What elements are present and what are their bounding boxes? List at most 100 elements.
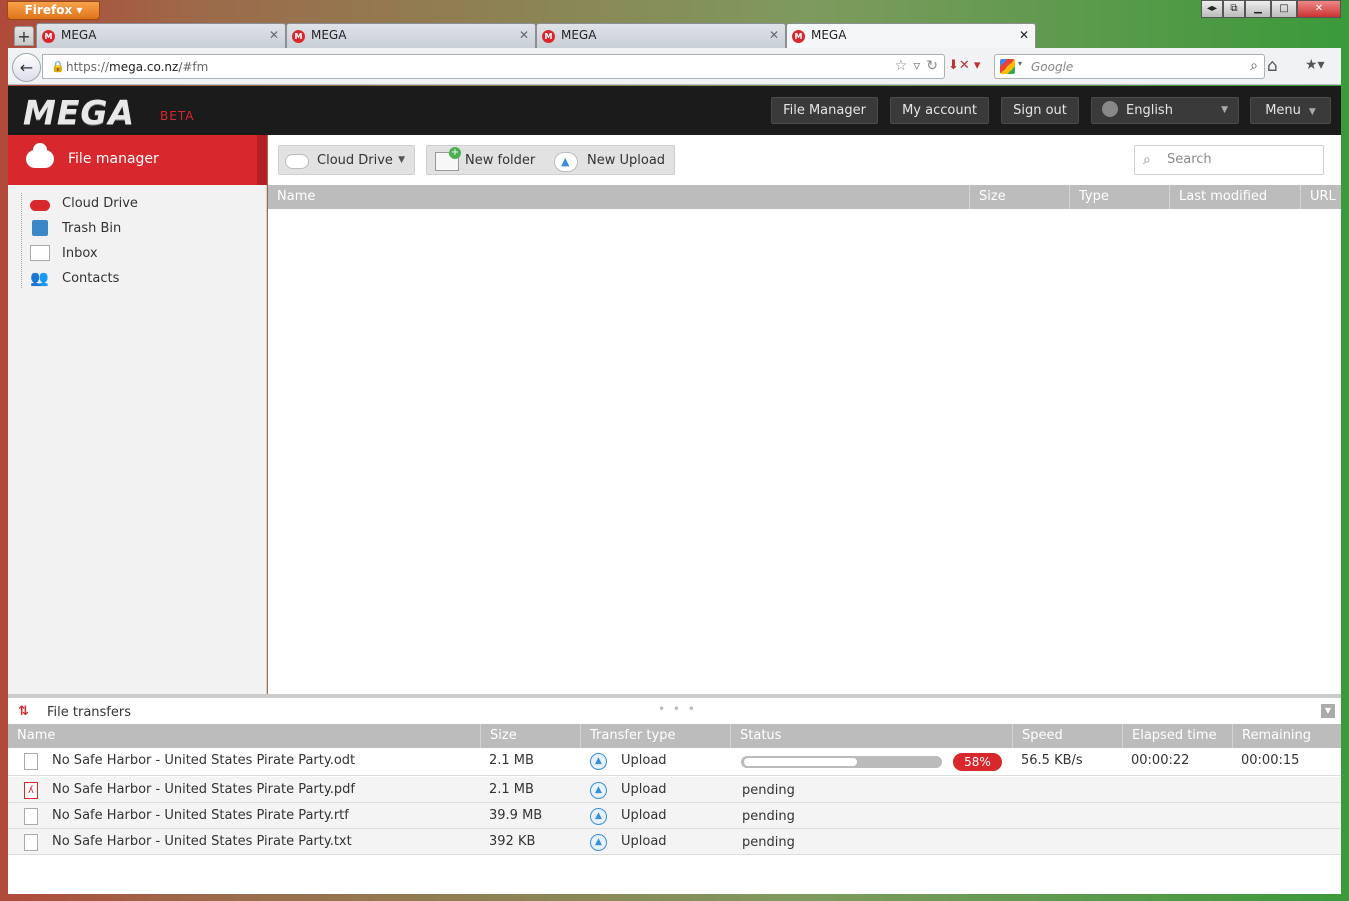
bookmark-star-icon[interactable]: ☆ <box>895 58 908 74</box>
column-type[interactable]: Type <box>1069 185 1169 209</box>
column-url[interactable]: URL <box>1300 185 1341 209</box>
collapse-panel-icon[interactable]: ▼ <box>1321 704 1335 718</box>
transfer-status: pending <box>742 835 795 850</box>
navigation-toolbar: ← 🔒 https://mega.co.nz/#fm ☆ ▿ ↻ ⬇✕ ▾ ▾ … <box>8 48 1341 85</box>
home-icon[interactable]: ⌂ <box>1267 56 1278 76</box>
new-folder-button[interactable]: + New folder <box>427 146 545 174</box>
menu-button[interactable]: Menu ▼ <box>1250 97 1331 124</box>
aero-peek-icon[interactable]: ◂▸ <box>1201 0 1223 18</box>
tab-bar: + M MEGA ✕ M MEGA ✕ M MEGA ✕ M MEGA ✕ <box>8 23 1341 48</box>
upload-cloud-icon <box>554 152 578 172</box>
new-tab-button[interactable]: + <box>14 26 34 46</box>
url-prefix: https:// <box>66 60 110 74</box>
close-tab-icon[interactable]: ✕ <box>1019 28 1029 42</box>
column-speed[interactable]: Speed <box>1012 724 1122 748</box>
progress-percent-badge: 58% <box>953 753 1002 771</box>
web-search-placeholder: Google <box>1031 60 1074 74</box>
url-bar-icons: ☆ ▿ ↻ <box>895 58 938 74</box>
bookmarks-menu-icon[interactable]: ★▾ <box>1305 57 1325 73</box>
column-size[interactable]: Size <box>969 185 1069 209</box>
upload-arrow-icon: ▲ <box>590 782 607 799</box>
transfers-title: File transfers <box>47 705 131 720</box>
cloud-drive-dropdown[interactable]: Cloud Drive ▼ <box>278 145 415 175</box>
file-manager-sidebar: File manager Cloud Drive Trash Bin Inbox… <box>8 135 267 694</box>
google-logo-icon[interactable] <box>1000 59 1015 74</box>
reload-icon[interactable]: ↻ <box>926 58 938 74</box>
close-window-button[interactable]: ✕ <box>1297 0 1341 18</box>
firefox-menu-button[interactable]: Firefox ▾ <box>7 1 100 20</box>
close-tab-icon[interactable]: ✕ <box>519 28 529 42</box>
language-selector[interactable]: English ▼ <box>1091 97 1239 124</box>
url-dropdown-icon[interactable]: ▿ <box>913 58 920 74</box>
mega-logo[interactable]: MEGA <box>23 93 135 132</box>
close-tab-icon[interactable]: ✕ <box>769 28 779 42</box>
mega-favicon-icon: M <box>292 30 305 43</box>
browser-tab-2[interactable]: M MEGA ✕ <box>286 23 536 48</box>
minimize-button[interactable]: ▁ <box>1245 0 1271 18</box>
document-file-icon <box>24 834 38 851</box>
search-icon[interactable]: ⌕ <box>1250 58 1258 74</box>
sidebar-item-contacts[interactable]: 👥 Contacts <box>30 268 119 288</box>
cloud-drive-label: Cloud Drive <box>317 153 393 168</box>
sign-out-button[interactable]: Sign out <box>1001 97 1079 124</box>
transfer-file-name: No Safe Harbor - United States Pirate Pa… <box>52 753 356 768</box>
chevron-down-icon: ▼ <box>1221 105 1228 115</box>
search-engine-dropdown-icon[interactable]: ▾ <box>1018 59 1022 68</box>
upload-arrow-icon: ▲ <box>590 753 607 770</box>
transfer-row[interactable]: No Safe Harbor - United States Pirate Pa… <box>8 829 1341 855</box>
sidebar-item-inbox[interactable]: Inbox <box>30 243 98 263</box>
transfer-type: Upload <box>621 808 667 823</box>
file-transfers-panel: ⇅ File transfers • • • ▼ Name Size Trans… <box>8 694 1341 894</box>
tab-label: MEGA <box>811 28 847 42</box>
mega-top-bar: MEGA BETA File Manager My account Sign o… <box>8 86 1341 135</box>
contacts-icon: 👥 <box>30 269 49 287</box>
browser-tab-3[interactable]: M MEGA ✕ <box>536 23 786 48</box>
transfer-row[interactable]: No Safe Harbor - United States Pirate Pa… <box>8 748 1341 776</box>
transfer-row[interactable]: ʎ No Safe Harbor - United States Pirate … <box>8 777 1341 803</box>
document-file-icon <box>24 753 38 770</box>
search-input[interactable] <box>1167 152 1317 167</box>
file-search-box[interactable]: ⌕ <box>1134 145 1324 175</box>
back-button[interactable]: ← <box>12 53 41 82</box>
language-label: English <box>1126 103 1173 118</box>
window-switch-icon[interactable]: ⧉ <box>1223 0 1245 18</box>
column-remaining-time[interactable]: Remaining time <box>1232 724 1341 767</box>
column-last-modified[interactable]: Last modified <box>1169 185 1300 209</box>
addon-blocked-icon[interactable]: ⬇✕ ▾ <box>948 58 980 73</box>
transfers-header: ⇅ File transfers • • • ▼ <box>8 698 1341 724</box>
tab-label: MEGA <box>561 28 597 42</box>
file-manager-header[interactable]: File manager <box>8 135 267 185</box>
transfer-type: Upload <box>621 782 667 797</box>
column-name[interactable]: Name <box>8 724 480 748</box>
resize-grip-icon[interactable]: • • • <box>658 702 697 716</box>
transfer-arrows-icon: ⇅ <box>18 704 29 719</box>
sidebar-header-edge <box>257 135 267 185</box>
sign-out-label: Sign out <box>1013 103 1067 118</box>
column-elapsed-time[interactable]: Elapsed time <box>1122 724 1232 748</box>
web-search-bar[interactable]: ▾ Google ⌕ <box>994 54 1265 79</box>
cloud-icon <box>285 154 309 169</box>
url-bar[interactable]: 🔒 https://mega.co.nz/#fm ☆ ▿ ↻ <box>42 54 945 79</box>
column-transfer-type[interactable]: Transfer type <box>580 724 730 748</box>
maximize-button[interactable]: □ <box>1271 0 1297 18</box>
sidebar-item-cloud-drive[interactable]: Cloud Drive <box>30 193 138 213</box>
close-tab-icon[interactable]: ✕ <box>269 28 279 42</box>
toolbar-button-group: + New folder New Upload <box>426 145 675 175</box>
url-host: mega.co.nz <box>109 60 179 74</box>
file-manager-button[interactable]: File Manager <box>771 97 878 124</box>
column-name[interactable]: Name <box>268 185 969 209</box>
transfer-row[interactable]: No Safe Harbor - United States Pirate Pa… <box>8 803 1341 829</box>
beta-badge: BETA <box>160 109 195 123</box>
transfer-status: pending <box>742 783 795 798</box>
transfer-file-name: No Safe Harbor - United States Pirate Pa… <box>52 782 355 797</box>
transfer-status: pending <box>742 809 795 824</box>
browser-tab-4-active[interactable]: M MEGA ✕ <box>786 23 1036 48</box>
sidebar-item-trash-bin[interactable]: Trash Bin <box>30 218 121 238</box>
transfer-file-size: 392 KB <box>489 834 536 849</box>
chevron-down-icon: ▼ <box>1308 107 1316 117</box>
transfer-elapsed-time: 00:00:22 <box>1131 753 1190 768</box>
column-size[interactable]: Size <box>480 724 580 748</box>
browser-tab-1[interactable]: M MEGA ✕ <box>36 23 286 48</box>
my-account-button[interactable]: My account <box>890 97 989 124</box>
column-status[interactable]: Status <box>730 724 1012 748</box>
